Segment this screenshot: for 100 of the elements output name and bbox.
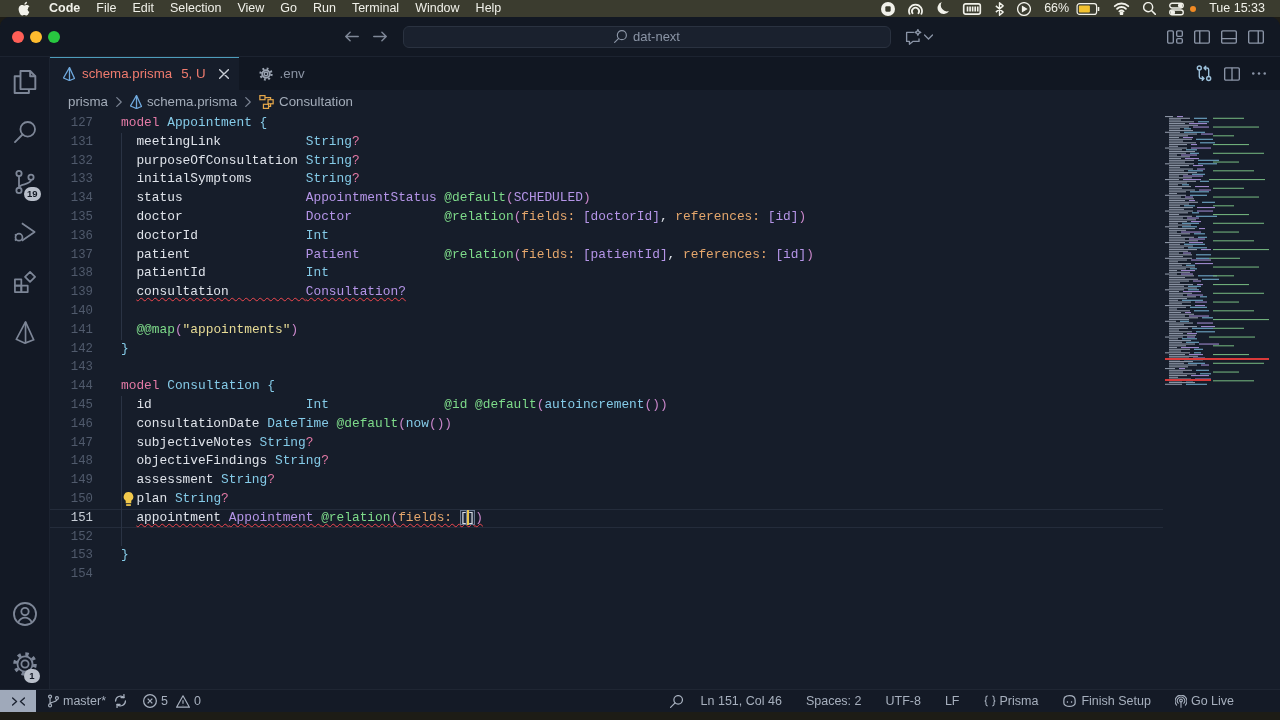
chat-sparkle-icon[interactable] bbox=[905, 28, 922, 45]
menu-item[interactable]: File bbox=[96, 0, 117, 18]
language-mode-button[interactable]: Prisma bbox=[971, 689, 1051, 712]
chevron-right-icon bbox=[245, 97, 252, 107]
search-icon[interactable] bbox=[1143, 2, 1157, 15]
menu-bar-clock[interactable]: Tue 15:33 bbox=[1209, 0, 1265, 18]
stop-recording-icon[interactable] bbox=[881, 1, 896, 16]
sidebar-left-icon[interactable] bbox=[1194, 29, 1210, 44]
extensions-icon[interactable] bbox=[13, 271, 36, 293]
robot-face-icon bbox=[1062, 695, 1078, 707]
sidebar-right-icon[interactable] bbox=[1248, 29, 1264, 44]
branch-button[interactable]: master* bbox=[42, 689, 113, 712]
breadcrumb-item[interactable]: schema.prisma bbox=[129, 92, 238, 112]
zoom-icon[interactable] bbox=[669, 694, 683, 708]
line-number: 138 bbox=[70, 265, 93, 283]
files-icon[interactable] bbox=[12, 70, 37, 94]
status-item[interactable]: LF bbox=[932, 689, 972, 712]
problems-button[interactable]: 5 0 bbox=[137, 689, 207, 712]
code-line: status AppointmentStatus @default(SCHEDULED) bbox=[136, 189, 591, 208]
code-line: appointment Appointment @relation(fields: []) bbox=[136, 508, 483, 527]
moon-icon[interactable] bbox=[936, 2, 950, 15]
line-number: 147 bbox=[70, 434, 93, 452]
code-line: assessment String? bbox=[136, 471, 275, 490]
prism-icon[interactable] bbox=[14, 320, 35, 344]
remote-button[interactable] bbox=[0, 689, 36, 712]
arc-icon[interactable] bbox=[908, 2, 924, 15]
braces-icon bbox=[983, 695, 996, 707]
finish-setup-button[interactable]: Finish Setup bbox=[1050, 689, 1163, 712]
code-line: consultation Consultation? bbox=[136, 283, 406, 302]
more-actions-icon[interactable] bbox=[1252, 72, 1266, 75]
line-number: 148 bbox=[70, 453, 93, 471]
menu-item[interactable]: Help bbox=[475, 0, 502, 18]
keyboard-icon[interactable] bbox=[962, 2, 983, 15]
split-editor-icon[interactable] bbox=[1224, 66, 1240, 81]
line-number: 136 bbox=[70, 227, 93, 245]
breadcrumb-item[interactable]: prisma bbox=[68, 92, 108, 112]
run-debug-icon[interactable] bbox=[13, 221, 36, 243]
broadcast-icon bbox=[1174, 694, 1187, 708]
remote-icon bbox=[11, 696, 25, 706]
code-line: model Appointment { bbox=[121, 114, 268, 132]
menu-item[interactable]: View bbox=[237, 0, 265, 18]
structure-icon bbox=[259, 95, 275, 109]
line-number: 149 bbox=[70, 472, 93, 490]
app-menu[interactable]: Code bbox=[49, 0, 81, 18]
bluetooth-icon[interactable] bbox=[995, 1, 1005, 16]
code-line: model Consultation { bbox=[121, 377, 275, 396]
command-center[interactable]: dat-next bbox=[403, 25, 891, 48]
apple-icon[interactable] bbox=[18, 1, 31, 16]
forward-arrow-icon[interactable] bbox=[373, 31, 387, 42]
go-live-button[interactable]: Go Live bbox=[1162, 689, 1246, 712]
battery-icon[interactable] bbox=[1076, 2, 1101, 15]
sync-icon[interactable] bbox=[114, 694, 128, 708]
menu-item[interactable]: Go bbox=[280, 0, 297, 18]
status-item[interactable]: Ln 151, Col 46 bbox=[688, 689, 794, 712]
line-number: 132 bbox=[70, 152, 93, 170]
minimize-window-button[interactable] bbox=[30, 30, 42, 43]
line-number: 139 bbox=[70, 284, 93, 302]
prism-icon bbox=[63, 67, 75, 81]
line-number: 141 bbox=[70, 321, 93, 339]
minimap[interactable] bbox=[1163, 116, 1270, 388]
menu-item[interactable]: Window bbox=[415, 0, 460, 18]
breadcrumb-item[interactable]: Consultation bbox=[259, 92, 353, 112]
status-item[interactable]: UTF-8 bbox=[873, 689, 933, 712]
back-arrow-icon[interactable] bbox=[345, 31, 359, 42]
close-window-button[interactable] bbox=[12, 30, 24, 43]
battery-percentage: 66% bbox=[1044, 0, 1070, 18]
menu-item[interactable]: Selection bbox=[169, 0, 222, 18]
wifi-icon[interactable] bbox=[1113, 2, 1131, 15]
chevron-right-icon bbox=[115, 97, 122, 107]
editor-tab[interactable]: schema.prisma 5, U bbox=[50, 57, 239, 90]
line-number: 140 bbox=[70, 302, 93, 320]
code-line: purposeOfConsultation String? bbox=[136, 151, 360, 170]
branch-icon bbox=[48, 694, 59, 708]
menu-item[interactable]: Edit bbox=[132, 0, 154, 18]
menu-item[interactable]: Run bbox=[312, 0, 336, 18]
control-center-icon[interactable] bbox=[1169, 1, 1185, 16]
chevron-down-icon[interactable] bbox=[924, 33, 933, 40]
layout-icon[interactable] bbox=[1167, 29, 1183, 44]
zoom-window-button[interactable] bbox=[48, 30, 60, 43]
code-line: id Int @id @default(autoincrement()) bbox=[136, 395, 668, 414]
code-line: } bbox=[121, 339, 129, 358]
menu-item[interactable]: Terminal bbox=[351, 0, 400, 18]
line-number: 150 bbox=[70, 490, 93, 508]
close-icon[interactable] bbox=[218, 69, 229, 79]
line-number: 154 bbox=[70, 566, 93, 584]
line-number: 145 bbox=[70, 396, 93, 414]
code-line: initialSymptoms String? bbox=[136, 170, 360, 189]
code-line: patient Patient @relation(fields: [patientId], references: [id]) bbox=[136, 245, 814, 264]
editor-tab[interactable]: .env bbox=[238, 57, 333, 90]
line-number: 134 bbox=[70, 190, 93, 208]
account-icon[interactable] bbox=[12, 602, 37, 626]
error-icon bbox=[143, 694, 158, 708]
code-line: @@map("appointments") bbox=[136, 320, 299, 339]
code-line: consultationDate DateTime @default(now()) bbox=[136, 414, 453, 433]
search-icon[interactable] bbox=[13, 121, 36, 143]
compare-changes-icon[interactable] bbox=[1196, 65, 1212, 82]
line-number: 135 bbox=[70, 209, 93, 226]
panel-bottom-icon[interactable] bbox=[1221, 29, 1237, 44]
status-item[interactable]: Spaces: 2 bbox=[793, 689, 874, 712]
lightbulb-icon[interactable] bbox=[123, 491, 134, 506]
